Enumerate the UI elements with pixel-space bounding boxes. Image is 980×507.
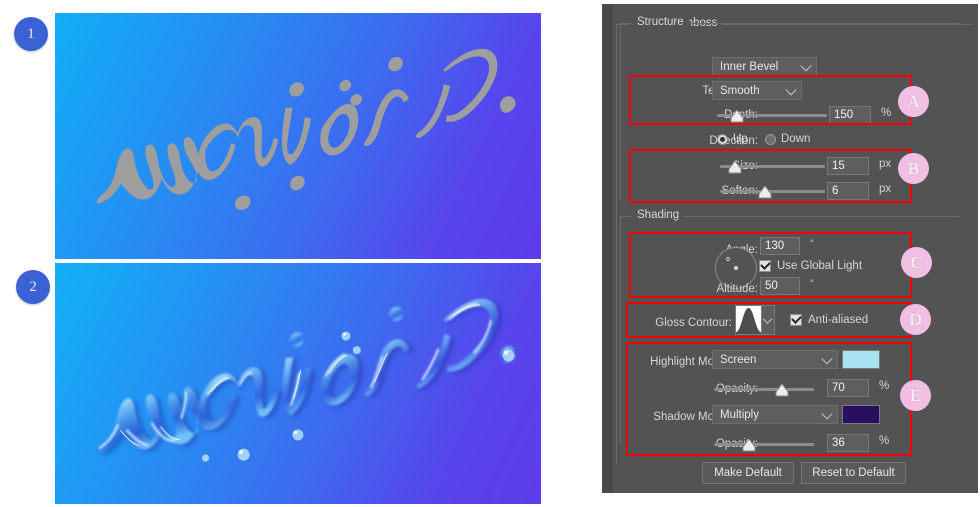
make-default-button[interactable]: Make Default [702,462,794,484]
size-value: 15 [832,160,845,172]
altitude-label: Altitude: [716,283,758,295]
angle-unit: ° [810,238,814,248]
callout-badge-c: C [901,247,932,278]
chevron-down-icon [785,83,797,95]
callout-badge-e: E [900,380,931,411]
dialog-scrollbar[interactable] [602,4,612,493]
depth-slider-thumb[interactable] [730,110,744,123]
group-shading-title: Shading [632,209,685,221]
depth-value: 150 [834,109,854,121]
gloss-contour-dropdown[interactable] [761,306,774,334]
radio-up-icon[interactable] [717,133,728,145]
use-global-light-label: Use Global Light [777,260,863,272]
highlight-opacity-slider[interactable] [714,382,814,398]
direction-down-option[interactable]: Down [765,133,810,145]
callout-badge-b: B [898,153,929,184]
radio-down-icon[interactable] [765,133,776,145]
step-badge-1: 1 [14,17,48,51]
callout-badge-a: A [898,86,929,117]
shadow-mode-value: Multiply [720,408,759,421]
step-badge-2: 2 [16,270,50,304]
shadow-opacity-track [714,443,814,446]
use-global-light-option[interactable]: Use Global Light [759,259,863,272]
gloss-contour-label: Gloss Contour: [655,317,732,329]
soften-value: 6 [832,185,839,197]
callout-badge-d: D [900,304,931,335]
style-dropdown[interactable]: Inner Bevel [712,57,817,76]
checkbox-global-light-icon[interactable] [759,259,771,272]
shadow-opacity-value: 36 [832,437,845,449]
highlight-opacity-input[interactable]: 70 [827,379,869,397]
highlight-color-swatch[interactable] [842,350,880,369]
highlight-mode-value: Screen [720,353,757,366]
gloss-contour-preview [736,306,761,334]
chevron-down-icon [821,407,833,419]
highlight-opacity-value: 70 [832,382,845,394]
shadow-opacity-unit: % [879,435,890,447]
altitude-input[interactable]: 50 [760,277,800,295]
checkbox-anti-aliased-icon[interactable] [790,313,802,326]
chevron-down-icon [821,352,833,364]
angle-dial-marker [726,257,730,261]
angle-dial-hub [734,266,738,270]
reset-to-default-button[interactable]: Reset to Default [801,462,906,484]
highlight-opacity-thumb[interactable] [775,384,789,397]
shadow-mode-dropdown[interactable]: Multiply [712,405,838,424]
preview-area: 1 2 [0,0,600,507]
size-unit: px [879,158,892,170]
shadow-color-swatch[interactable] [842,405,880,424]
size-slider[interactable] [720,159,825,175]
depth-unit: % [881,107,892,119]
size-slider-thumb[interactable] [728,161,742,174]
soften-unit: px [879,183,892,195]
highlight-mode-dropdown[interactable]: Screen [712,350,838,369]
soften-slider-track [720,190,825,193]
technique-dropdown[interactable]: Smooth [712,81,802,100]
depth-slider[interactable] [717,108,827,124]
water-text-beveled [97,298,517,462]
anti-aliased-option[interactable]: Anti-aliased [790,313,869,326]
direction-down-label: Down [781,133,811,145]
angle-input[interactable]: 130 [760,237,800,255]
depth-input[interactable]: 150 [829,106,871,124]
gloss-contour-picker[interactable] [735,305,775,335]
highlight-opacity-unit: % [879,380,890,392]
water-text-flat [96,48,516,211]
soften-slider[interactable] [720,184,825,200]
soften-slider-thumb[interactable] [758,186,772,199]
shadow-opacity-slider[interactable] [714,437,814,453]
angle-value: 130 [765,240,785,252]
chevron-down-icon [800,59,812,71]
layer-style-dialog: Bevel & Emboss Structure Shading Style: … [602,4,978,493]
anti-aliased-label: Anti-aliased [808,314,869,326]
preview-image-before [55,13,541,259]
size-input[interactable]: 15 [827,157,869,175]
altitude-value: 50 [765,280,778,292]
chevron-down-icon [762,314,773,324]
preview-image-after [55,263,541,504]
shadow-opacity-input[interactable]: 36 [827,434,869,452]
direction-up-option[interactable]: Up [717,133,748,145]
soften-input[interactable]: 6 [827,182,869,200]
highlight-opacity-track [714,388,814,391]
style-dropdown-value: Inner Bevel [720,60,779,73]
group-structure-title: Structure [632,16,689,28]
technique-dropdown-value: Smooth [720,84,760,97]
altitude-unit: ° [810,278,814,288]
direction-up-label: Up [733,133,748,145]
shadow-opacity-thumb[interactable] [742,439,756,452]
